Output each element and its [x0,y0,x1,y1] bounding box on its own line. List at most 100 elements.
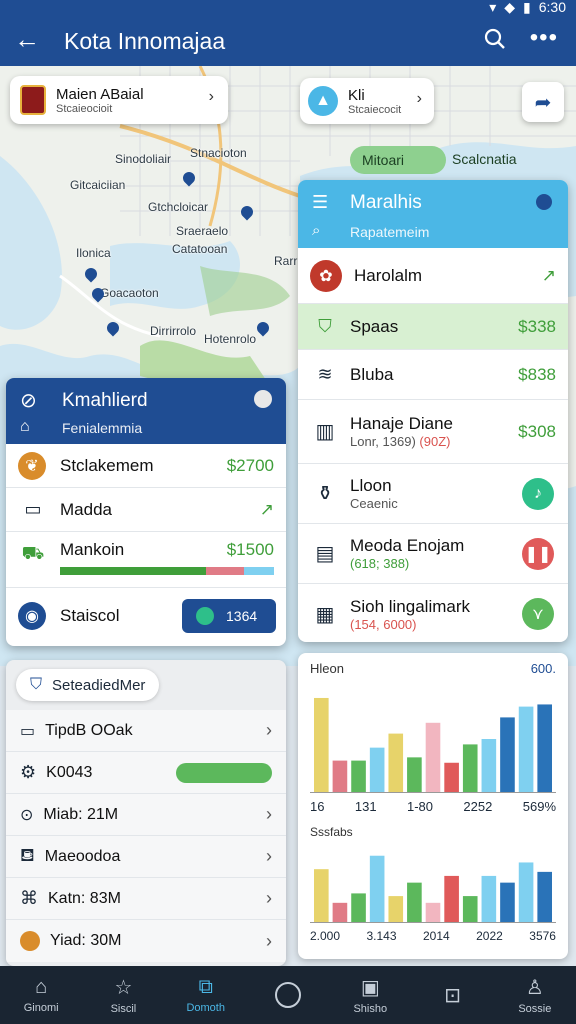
graph-icon[interactable]: ⋎ [522,598,554,630]
detail-row[interactable]: ▭ TipdB OOak › [6,710,286,752]
row-label: Miab: 21M [43,805,119,823]
place-title: Maien ABaial [56,85,144,103]
map-area-chip[interactable]: Mitoari [350,146,446,174]
list-item[interactable]: ❦ Stclakemem $2700 [6,444,286,488]
item-label: Harolalm [354,265,423,285]
search-icon[interactable] [484,28,506,55]
pause-icon[interactable]: ❚❚ [522,537,554,570]
count-button[interactable]: 1364 [182,599,276,633]
wifi-icon: ◆ [504,0,516,15]
star-icon: ☆ [114,977,133,999]
tick-label: 1-80 [406,799,434,814]
map-label: Goacaoton [100,286,159,300]
list-item[interactable]: ⛉ Spaas $338 [298,304,568,350]
directions-button[interactable]: ➦ [522,82,564,122]
chart-bar [444,762,459,793]
chart-icon: ⧉ [198,976,213,998]
chart-corner-label: 600. [530,661,556,676]
summary-card: ⊘ Kmahlierd ⌂ Fenialemmia ❦ Stclakemem $… [6,378,286,646]
item-sub: (618; 388) [350,556,410,571]
settings-icon: ⚙ [20,762,37,782]
coin-icon [20,931,40,951]
rose-icon: ✿ [310,259,342,292]
shield-icon: ⛉ [318,316,332,336]
item-value: $308 [518,421,556,441]
map-place-chip[interactable]: ▲ Kli Stcaiecocit › [300,78,434,124]
signal-icon: ▾ [489,0,497,15]
page-title: Kota Innomajaa [64,28,226,54]
chart-x-labels: 16 131 1-80 2252 569% [310,799,556,814]
list-item[interactable]: ▤ Meoda Enojam (618; 388) ❚❚ [298,524,568,584]
item-label: Lloon [350,476,392,495]
tick-label: 16 [310,799,325,814]
status-time: 6:30 [538,0,566,15]
item-label: Meoda Enojam [350,536,465,555]
filter-chip-row: ⛉ SeteadiedMer [6,660,286,710]
item-label: Madda [60,499,112,519]
nav-favorites[interactable]: ☆ Siscil [82,966,164,1024]
places-list-card: ☰ Maralhis ⌕ Rapatemeim ✿ Harolalm ↗ ⛉ S… [298,180,568,642]
more-menu-icon[interactable]: ••• [530,24,558,52]
chevron-down-icon[interactable]: › [209,88,214,106]
list-item[interactable]: ⛟ Mankoin $1500 [6,532,286,588]
tick-label: 569% [522,799,556,814]
card-search-input[interactable]: Rapatemeim [350,224,429,240]
nav-center[interactable] [247,966,329,1024]
back-arrow-icon[interactable]: ← [14,26,40,52]
nav-profile[interactable]: ♙ Sossie [494,966,576,1024]
detail-row[interactable]: ⊙ Miab: 21M › [6,794,286,836]
chart-bar [462,896,478,923]
tractor-icon: ⛟ [21,543,45,563]
nav-saved[interactable]: ⊡ [411,966,493,1024]
row-label: Maeoodoa [44,847,121,865]
detail-row[interactable]: Yiad: 30M › [6,920,286,962]
search-icon[interactable]: ⌕ [312,222,320,239]
directions-icon: ➦ [534,91,552,114]
count-value: 1364 [226,608,258,624]
chart-bar [537,704,552,793]
info-icon[interactable] [254,390,272,408]
tick-label: 2.000 [310,929,341,943]
item-label: Spaas [350,316,399,336]
detail-row[interactable]: ⚙ K0043 [6,752,286,794]
building-icon: ▥ [315,421,335,443]
chart-bar [537,871,552,923]
chip-label: SeteadiedMer [52,676,146,694]
item-value: $838 [518,364,556,384]
item-change: (90Z) [419,434,451,449]
chart-bar [369,855,385,923]
tote-bag-icon: ⚱ [316,483,334,505]
list-item[interactable]: ◉ Staiscol 1364 [6,588,286,644]
row-label: Yiad: 30M [50,932,122,949]
card-icon: ▭ [24,499,42,519]
chart-bar [500,882,515,923]
list-item[interactable]: ▥ Hanaje Diane Lonr, 1369) (90Z) $308 [298,400,568,464]
nav-photos[interactable]: ▣ Shisho [329,966,411,1024]
list-item[interactable]: ⚱ Lloon Ceaenic ♪ [298,464,568,524]
chart-bar [369,747,385,793]
list-item[interactable]: ▦ Sioh lingalimark (154, 6000) ⋎ [298,584,568,642]
trend-icon: ↗ [541,265,556,285]
place-title: Kli [348,86,365,104]
nav-stats[interactable]: ⧉ Domoth [165,966,247,1024]
list-item[interactable]: ▭ Madda ↗ [6,488,286,532]
music-note-icon[interactable]: ♪ [522,477,554,510]
chart-bar [425,902,441,923]
bar-chart-top [310,697,556,793]
bottom-nav: ⌂ Ginomi ☆ Siscil ⧉ Domoth ▣ Shisho ⊡ ♙ … [0,966,576,1024]
item-label: Hanaje Diane [350,414,454,433]
item-label: Bluba [350,364,394,384]
chart-bar [425,722,441,793]
nav-home[interactable]: ⌂ Ginomi [0,966,82,1024]
chart-bar [518,862,534,923]
globe-icon: ◉ [18,602,46,630]
filter-chip[interactable]: ⛉ SeteadiedMer [16,669,160,701]
list-item[interactable]: ≋ Bluba $838 [298,350,568,400]
chevron-right-icon[interactable]: › [417,90,422,108]
glasses-icon: ⊙ [20,806,34,824]
card-icon: ▭ [20,722,36,740]
list-item[interactable]: ✿ Harolalm ↗ [298,248,568,304]
map-place-chip[interactable]: Maien ABaial Stcaieocioit › [10,76,228,124]
detail-row[interactable]: ⛾ Maeoodoa › [6,836,286,878]
detail-row[interactable]: ⌘ Katn: 83M › [6,878,286,920]
